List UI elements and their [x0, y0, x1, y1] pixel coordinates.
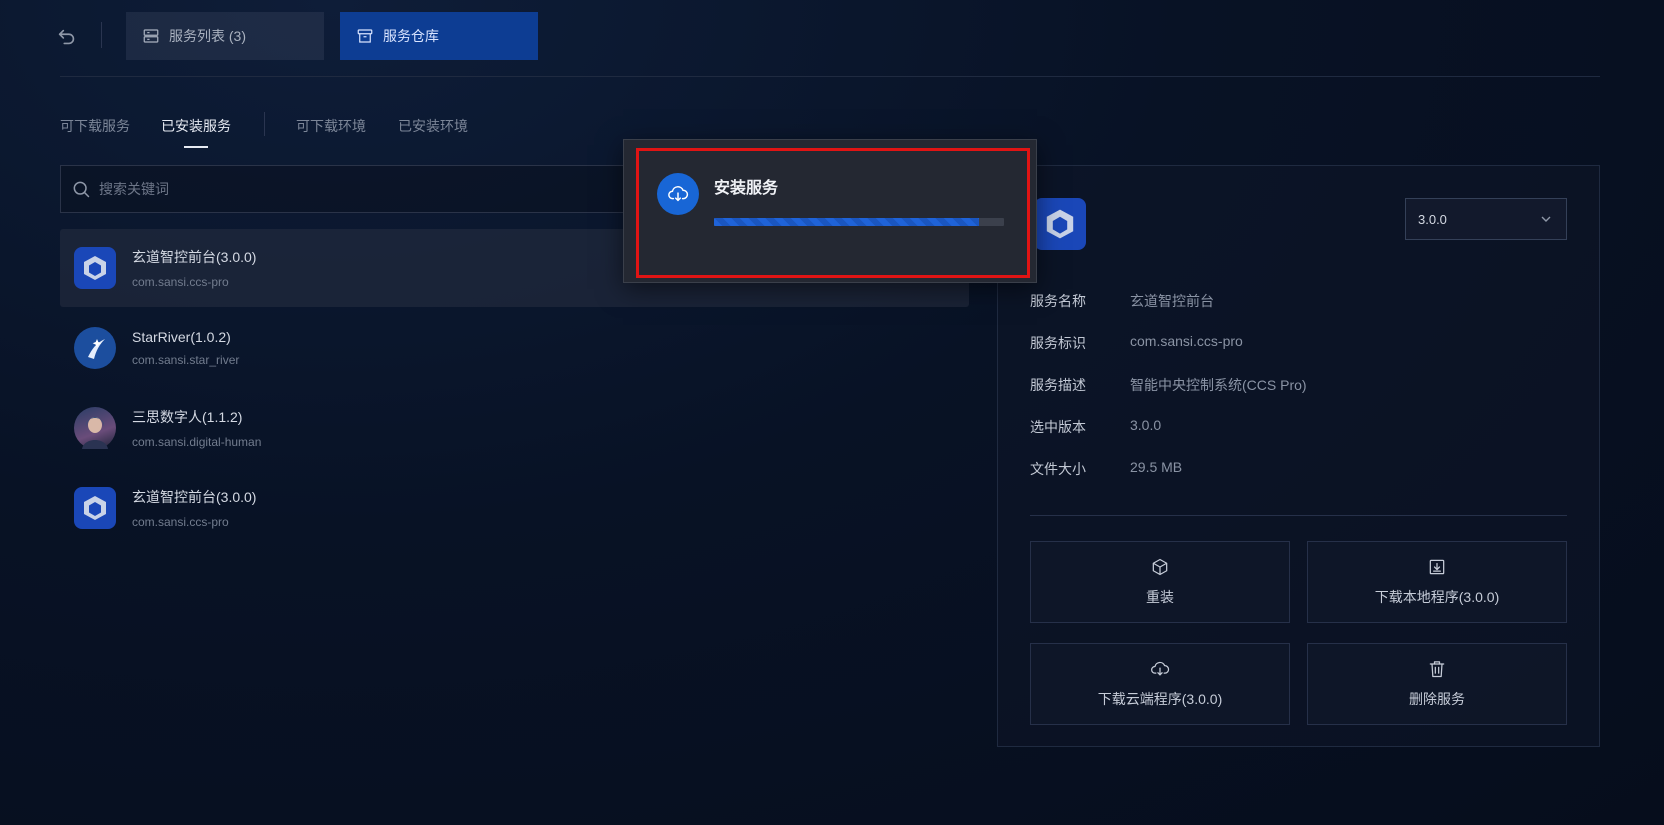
install-progress-bar: [714, 218, 1004, 226]
list-item-title: 玄道智控前台(3.0.0): [132, 489, 257, 505]
delete-service-label: 删除服务: [1409, 691, 1465, 707]
field-label-description: 服务描述: [1030, 377, 1086, 393]
list-item-title: 三思数字人(1.1.2): [132, 409, 243, 425]
list-item-id: com.sansi.digital-human: [132, 435, 262, 449]
search-input[interactable]: [99, 181, 699, 197]
install-progress-fill: [714, 218, 980, 226]
subtab-downloadable-environments[interactable]: 可下载环境: [296, 116, 366, 136]
digital-human-avatar: [74, 407, 116, 449]
field-label-file-size: 文件大小: [1030, 461, 1086, 477]
reinstall-button[interactable]: 重装: [1030, 541, 1290, 623]
cloud-download-icon: [657, 173, 699, 215]
field-value-name: 玄道智控前台: [1130, 293, 1214, 309]
chevron-down-icon: [1541, 216, 1551, 222]
tab-service-list[interactable]: 服务列表 (3): [126, 12, 324, 60]
tab-service-list-label: 服务列表 (3): [169, 28, 246, 44]
download-local-button[interactable]: 下载本地程序(3.0.0): [1307, 541, 1567, 623]
panel-divider: [1030, 515, 1567, 516]
subtab-downloadable-services[interactable]: 可下载服务: [60, 116, 130, 136]
server-list-icon: [143, 29, 159, 43]
field-label-identifier: 服务标识: [1030, 335, 1086, 351]
tab-service-repository[interactable]: 服务仓库: [340, 12, 538, 60]
delete-service-button[interactable]: 删除服务: [1307, 643, 1567, 725]
field-label-name: 服务名称: [1030, 293, 1086, 309]
header-divider: [60, 76, 1600, 77]
highlight-box: [636, 148, 1030, 278]
hexagon-icon: [1034, 198, 1086, 250]
list-item-id: com.sansi.ccs-pro: [132, 515, 229, 529]
star-river-icon: [74, 327, 116, 369]
list-item-id: com.sansi.star_river: [132, 353, 240, 367]
version-select-value: 3.0.0: [1418, 211, 1447, 227]
download-local-label: 下载本地程序(3.0.0): [1374, 589, 1500, 605]
list-item-ccs-pro-2[interactable]: 玄道智控前台(3.0.0) com.sansi.ccs-pro: [60, 469, 969, 547]
field-value-description: 智能中央控制系统(CCS Pro): [1130, 377, 1307, 393]
repository-icon: [357, 29, 373, 43]
trash-icon: [1429, 661, 1445, 678]
field-value-version: 3.0.0: [1130, 417, 1162, 433]
tab-service-repository-label: 服务仓库: [383, 28, 439, 44]
install-dialog-title: 安装服务: [714, 180, 779, 197]
divider: [101, 22, 102, 48]
hexagon-icon: [74, 247, 116, 289]
field-value-identifier: com.sansi.ccs-pro: [1130, 333, 1243, 349]
list-item-title: StarRiver(1.0.2): [132, 329, 231, 345]
list-item-id: com.sansi.ccs-pro: [132, 275, 229, 289]
list-item-digital-human[interactable]: 三思数字人(1.1.2) com.sansi.digital-human: [60, 389, 969, 467]
reinstall-cube-icon: [1152, 558, 1168, 576]
subtab-divider: [264, 112, 265, 136]
undo-icon: [58, 29, 75, 45]
reinstall-label: 重装: [1146, 589, 1174, 605]
list-item-star-river[interactable]: StarRiver(1.0.2) com.sansi.star_river: [60, 309, 969, 387]
list-item-title: 玄道智控前台(3.0.0): [132, 249, 257, 265]
download-cloud-label: 下载云端程序(3.0.0): [1097, 691, 1223, 707]
field-label-version: 选中版本: [1030, 419, 1086, 435]
search-icon: [73, 181, 90, 198]
back-button[interactable]: [54, 24, 80, 50]
field-value-file-size: 29.5 MB: [1130, 459, 1183, 475]
active-subtab-indicator: [184, 146, 208, 148]
hexagon-icon: [74, 487, 116, 529]
cloud-download-icon: [1151, 661, 1170, 676]
version-select[interactable]: 3.0.0: [1405, 198, 1567, 240]
download-local-icon: [1429, 559, 1445, 575]
subtab-installed-services[interactable]: 已安装服务: [161, 116, 231, 136]
download-cloud-button[interactable]: 下载云端程序(3.0.0): [1030, 643, 1290, 725]
subtab-installed-environments[interactable]: 已安装环境: [398, 116, 468, 136]
